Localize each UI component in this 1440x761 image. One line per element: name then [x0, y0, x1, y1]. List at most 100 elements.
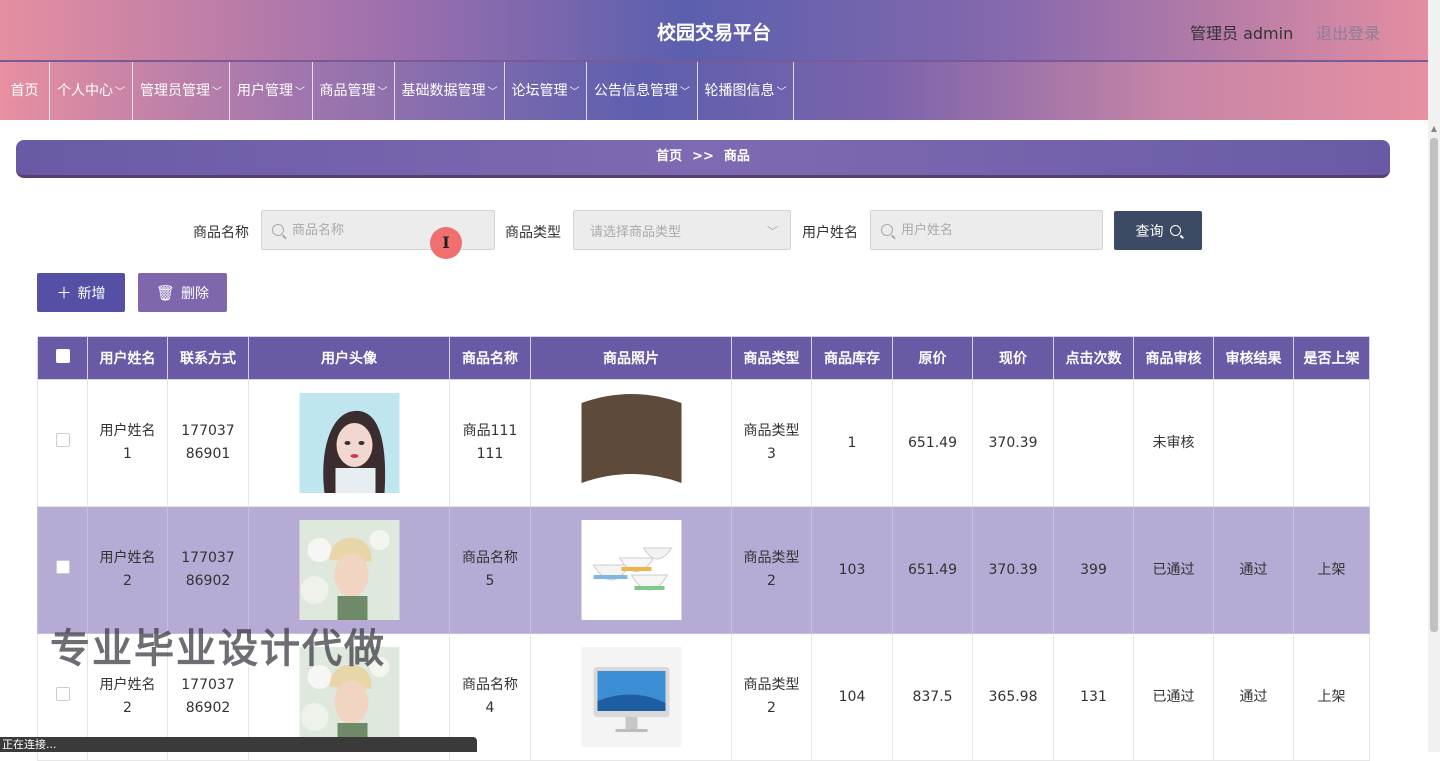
nav-item-1[interactable]: 个人中心 ﹀ [50, 62, 133, 120]
avatar-cell [248, 506, 450, 634]
phone-text: 17703786902 [181, 677, 235, 716]
page-scrollbar[interactable]: ▲ [1428, 0, 1440, 752]
on-shelf-text: 上架 [1317, 688, 1346, 705]
table-row[interactable]: 用户姓名2 17703786902 商品名称5 商品类型2 103 651.49 370.3… [37, 506, 1370, 634]
nav-item-5[interactable]: 基础数据管理 ﹀ [395, 62, 505, 120]
nav-item-label: 轮播图信息 [704, 83, 775, 99]
nav-item-8[interactable]: 轮播图信息 ﹀ [698, 62, 794, 120]
audit-result-cell: 通过 [1213, 633, 1294, 761]
breadcrumb-separator: >> [692, 149, 714, 164]
nav-item-0[interactable]: 首页 [0, 62, 50, 120]
scroll-thumb[interactable] [1430, 138, 1438, 632]
nav-item-6[interactable]: 论坛管理 ﹀ [505, 62, 587, 120]
search-icon [1169, 225, 1181, 236]
row-checkbox[interactable] [55, 559, 70, 574]
current-price-text: 370.39 [988, 561, 1038, 578]
query-button[interactable]: 查询 [1114, 211, 1202, 250]
current-price-text: 365.98 [988, 688, 1038, 705]
table-row[interactable]: 用户姓名1 17703786901 商品111111 商品类型3 1 651.49 370.… [37, 379, 1370, 507]
chevron-down-icon: ﹀ [115, 87, 125, 98]
user-name-text: 用户姓名2 [99, 550, 156, 589]
browser-status-bar: 正在连接... [0, 737, 477, 752]
chevron-down-icon: ﹀ [487, 87, 498, 98]
product-photo-cell [530, 506, 732, 634]
nav-item-7[interactable]: 公告信息管理 ﹀ [587, 62, 698, 120]
product-type-cell: 商品类型2 [731, 506, 812, 634]
product-photo [581, 393, 681, 493]
audit-result-cell: 通过 [1213, 506, 1294, 634]
select-all-checkbox[interactable] [37, 336, 88, 380]
admin-user-label: 管理员 admin [1190, 24, 1294, 43]
delete-button[interactable]: 🗑 删除 [138, 273, 227, 312]
row-checkbox[interactable] [55, 686, 70, 701]
add-button[interactable]: ＋ 新增 [37, 273, 125, 312]
click-count-cell: 131 [1053, 633, 1134, 761]
stock-text: 104 [838, 688, 866, 705]
nav-item-4[interactable]: 商品管理 ﹀ [313, 62, 395, 120]
current-price-cell: 370.39 [972, 379, 1054, 507]
column-header: 用户头像 [248, 336, 450, 380]
phone-text: 17703786902 [181, 550, 235, 589]
watermark-text: 专业毕业设计代做 [50, 626, 386, 672]
product-type-placeholder: 请选择商品类型 [590, 224, 682, 240]
checkbox[interactable] [55, 349, 70, 363]
audit-result-cell [1213, 379, 1294, 507]
original-price-cell: 651.49 [892, 379, 973, 507]
original-price-text: 837.5 [912, 688, 953, 705]
logout-link[interactable]: 退出登录 [1316, 20, 1380, 44]
breadcrumb-current: 商品 [723, 149, 750, 164]
user-name-field[interactable] [870, 210, 1103, 250]
on-shelf-cell [1293, 379, 1370, 507]
product-type-select[interactable]: 请选择商品类型 ﹀ [573, 210, 791, 250]
audit-status-text: 已通过 [1152, 561, 1195, 578]
stock-cell: 104 [811, 633, 893, 761]
current-price-cell: 365.98 [972, 633, 1054, 761]
product-name-text: 商品名称4 [462, 677, 518, 716]
product-type-text: 商品类型2 [743, 550, 800, 589]
column-header: 商品类型 [731, 336, 812, 380]
nav-item-3[interactable]: 用户管理 ﹀ [230, 62, 313, 120]
user-name-input[interactable] [901, 222, 1081, 238]
audit-status-text: 已通过 [1152, 688, 1195, 705]
column-header: 商品名称 [449, 336, 531, 380]
row-select-cell [37, 379, 88, 507]
column-header: 商品照片 [530, 336, 732, 380]
product-photo [581, 647, 681, 747]
nav-item-label: 基础数据管理 [401, 83, 486, 99]
nav-item-label: 管理员管理 [140, 83, 210, 99]
column-header: 现价 [972, 336, 1054, 380]
stock-text: 103 [838, 561, 866, 578]
original-price-text: 651.49 [908, 561, 957, 578]
column-header: 联系方式 [167, 336, 249, 380]
nav-item-2[interactable]: 管理员管理 ﹀ [133, 62, 230, 120]
breadcrumb-home[interactable]: 首页 [656, 149, 682, 164]
scroll-up-icon[interactable]: ▲ [1428, 122, 1440, 136]
audit-status-text: 未审核 [1152, 434, 1195, 451]
avatar-image [299, 520, 399, 620]
column-header: 原价 [892, 336, 973, 380]
product-type-text: 商品类型3 [743, 423, 800, 462]
product-name-cell: 商品111111 [449, 379, 531, 507]
avatar-image [299, 393, 399, 493]
chevron-down-icon: ﹀ [767, 225, 778, 238]
user-name-cell: 用户姓名1 [87, 379, 168, 507]
click-count-text: 399 [1080, 561, 1107, 578]
user-name-cell: 用户姓名2 [87, 506, 168, 634]
click-count-cell [1053, 379, 1134, 507]
row-checkbox[interactable] [55, 432, 70, 447]
original-price-cell: 651.49 [892, 506, 973, 634]
product-name-text: 商品111111 [462, 423, 518, 462]
search-icon [272, 224, 284, 236]
breadcrumb: 首页 >> 商品 [16, 140, 1390, 178]
click-count-cell: 399 [1053, 506, 1134, 634]
original-price-cell: 837.5 [892, 633, 973, 761]
column-header: 商品审核 [1133, 336, 1214, 380]
nav-item-label: 公告信息管理 [594, 83, 678, 99]
plus-icon: ＋ [56, 284, 72, 302]
chevron-down-icon: ﹀ [212, 87, 222, 98]
on-shelf-cell: 上架 [1293, 633, 1370, 761]
product-table: 用户姓名 联系方式 用户头像 商品名称 商品照片 商品类型 商品库存 原价 现价 点击次数 商品审核… [37, 336, 1370, 761]
product-type-cell: 商品类型3 [731, 379, 812, 507]
on-shelf-text: 上架 [1317, 561, 1346, 578]
nav-item-label: 个人中心 [57, 83, 113, 99]
